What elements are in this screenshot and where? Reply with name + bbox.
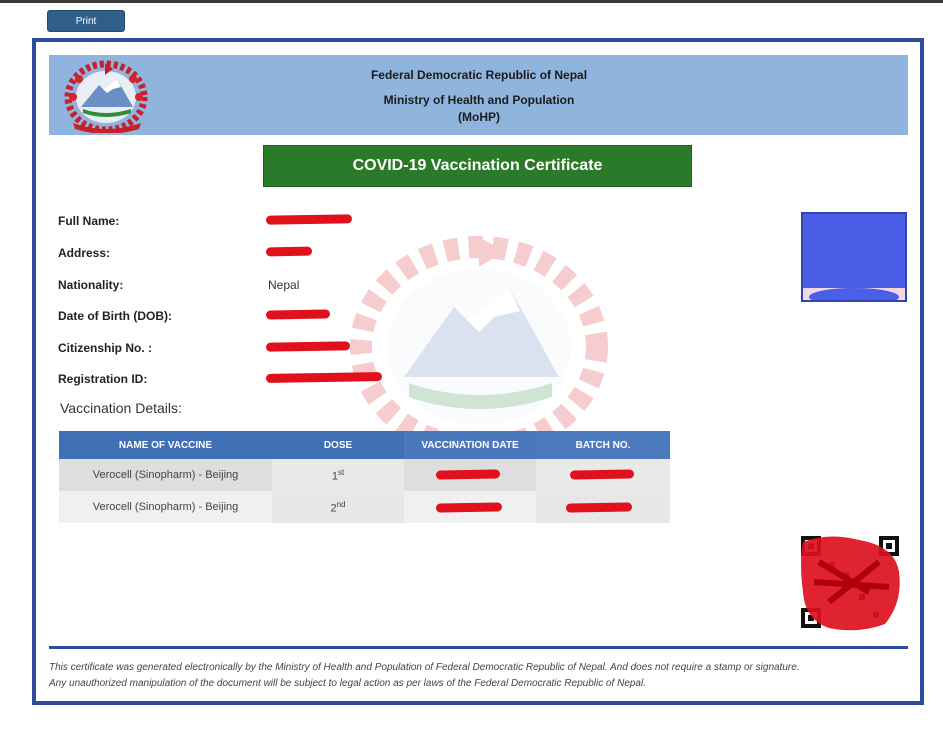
photo-curve [809,288,899,300]
certificate-title: COVID-19 Vaccination Certificate [263,145,692,187]
registration-id-label: Registration ID: [58,372,148,386]
vaccine-name-cell: Verocell (Sinopharm) - Beijing [59,459,272,491]
vaccination-details-title: Vaccination Details: [60,400,182,416]
date-redaction [435,469,501,480]
vaccination-table: NAME OF VACCINE DOSE VACCINATION DATE BA… [59,431,670,523]
dose-cell: 1st [272,459,404,491]
column-header-dose: DOSE [272,431,404,459]
footer-divider [49,646,908,649]
address-redaction [265,246,313,257]
holder-photo [801,212,907,302]
certificate-frame: Federal Democratic Republic of Nepal Min… [32,38,924,705]
full-name-redaction [265,214,353,225]
print-certificate-button[interactable]: Print Certificate [47,10,125,47]
dose-cell: 2nd [272,491,404,523]
column-header-batch: BATCH NO. [536,431,670,459]
top-border [0,0,943,3]
column-header-vaccine: NAME OF VACCINE [59,431,272,459]
batch-cell [536,459,670,491]
certificate-header: Federal Democratic Republic of Nepal Min… [49,55,908,135]
nepal-emblem-icon [64,60,148,133]
vaccine-name-cell: Verocell (Sinopharm) - Beijing [59,491,272,523]
vaccination-date-cell [404,491,536,523]
address-label: Address: [58,246,111,260]
batch-cell [536,491,670,523]
dose-suffix: st [337,467,345,477]
table-row: Verocell (Sinopharm) - Beijing 2nd [59,491,670,523]
dob-redaction [265,309,331,320]
nationality-label: Nationality: [58,278,124,292]
header-ministry: Ministry of Health and Population [383,93,575,107]
citizenship-label: Citizenship No. : [58,341,152,355]
vaccination-date-cell [404,459,536,491]
batch-redaction [565,502,633,513]
header-country: Federal Democratic Republic of Nepal [370,68,588,82]
column-header-date: VACCINATION DATE [404,431,536,459]
vaccination-table-header: NAME OF VACCINE DOSE VACCINATION DATE BA… [59,431,670,459]
batch-redaction [569,469,635,480]
nationality-value: Nepal [268,278,300,292]
full-name-label: Full Name: [58,214,120,228]
citizenship-redaction [265,341,351,352]
date-redaction [435,502,503,513]
dose-suffix: nd [336,499,346,509]
qr-code-icon [799,532,903,632]
footer-disclaimer-1: This certificate was generated electroni… [49,662,800,673]
footer-disclaimer-2: Any unauthorized manipulation of the doc… [49,678,646,689]
dob-label: Date of Birth (DOB): [58,309,172,323]
table-row: Verocell (Sinopharm) - Beijing 1st [59,459,670,491]
header-ministry-abbr: (MoHP) [458,110,500,124]
